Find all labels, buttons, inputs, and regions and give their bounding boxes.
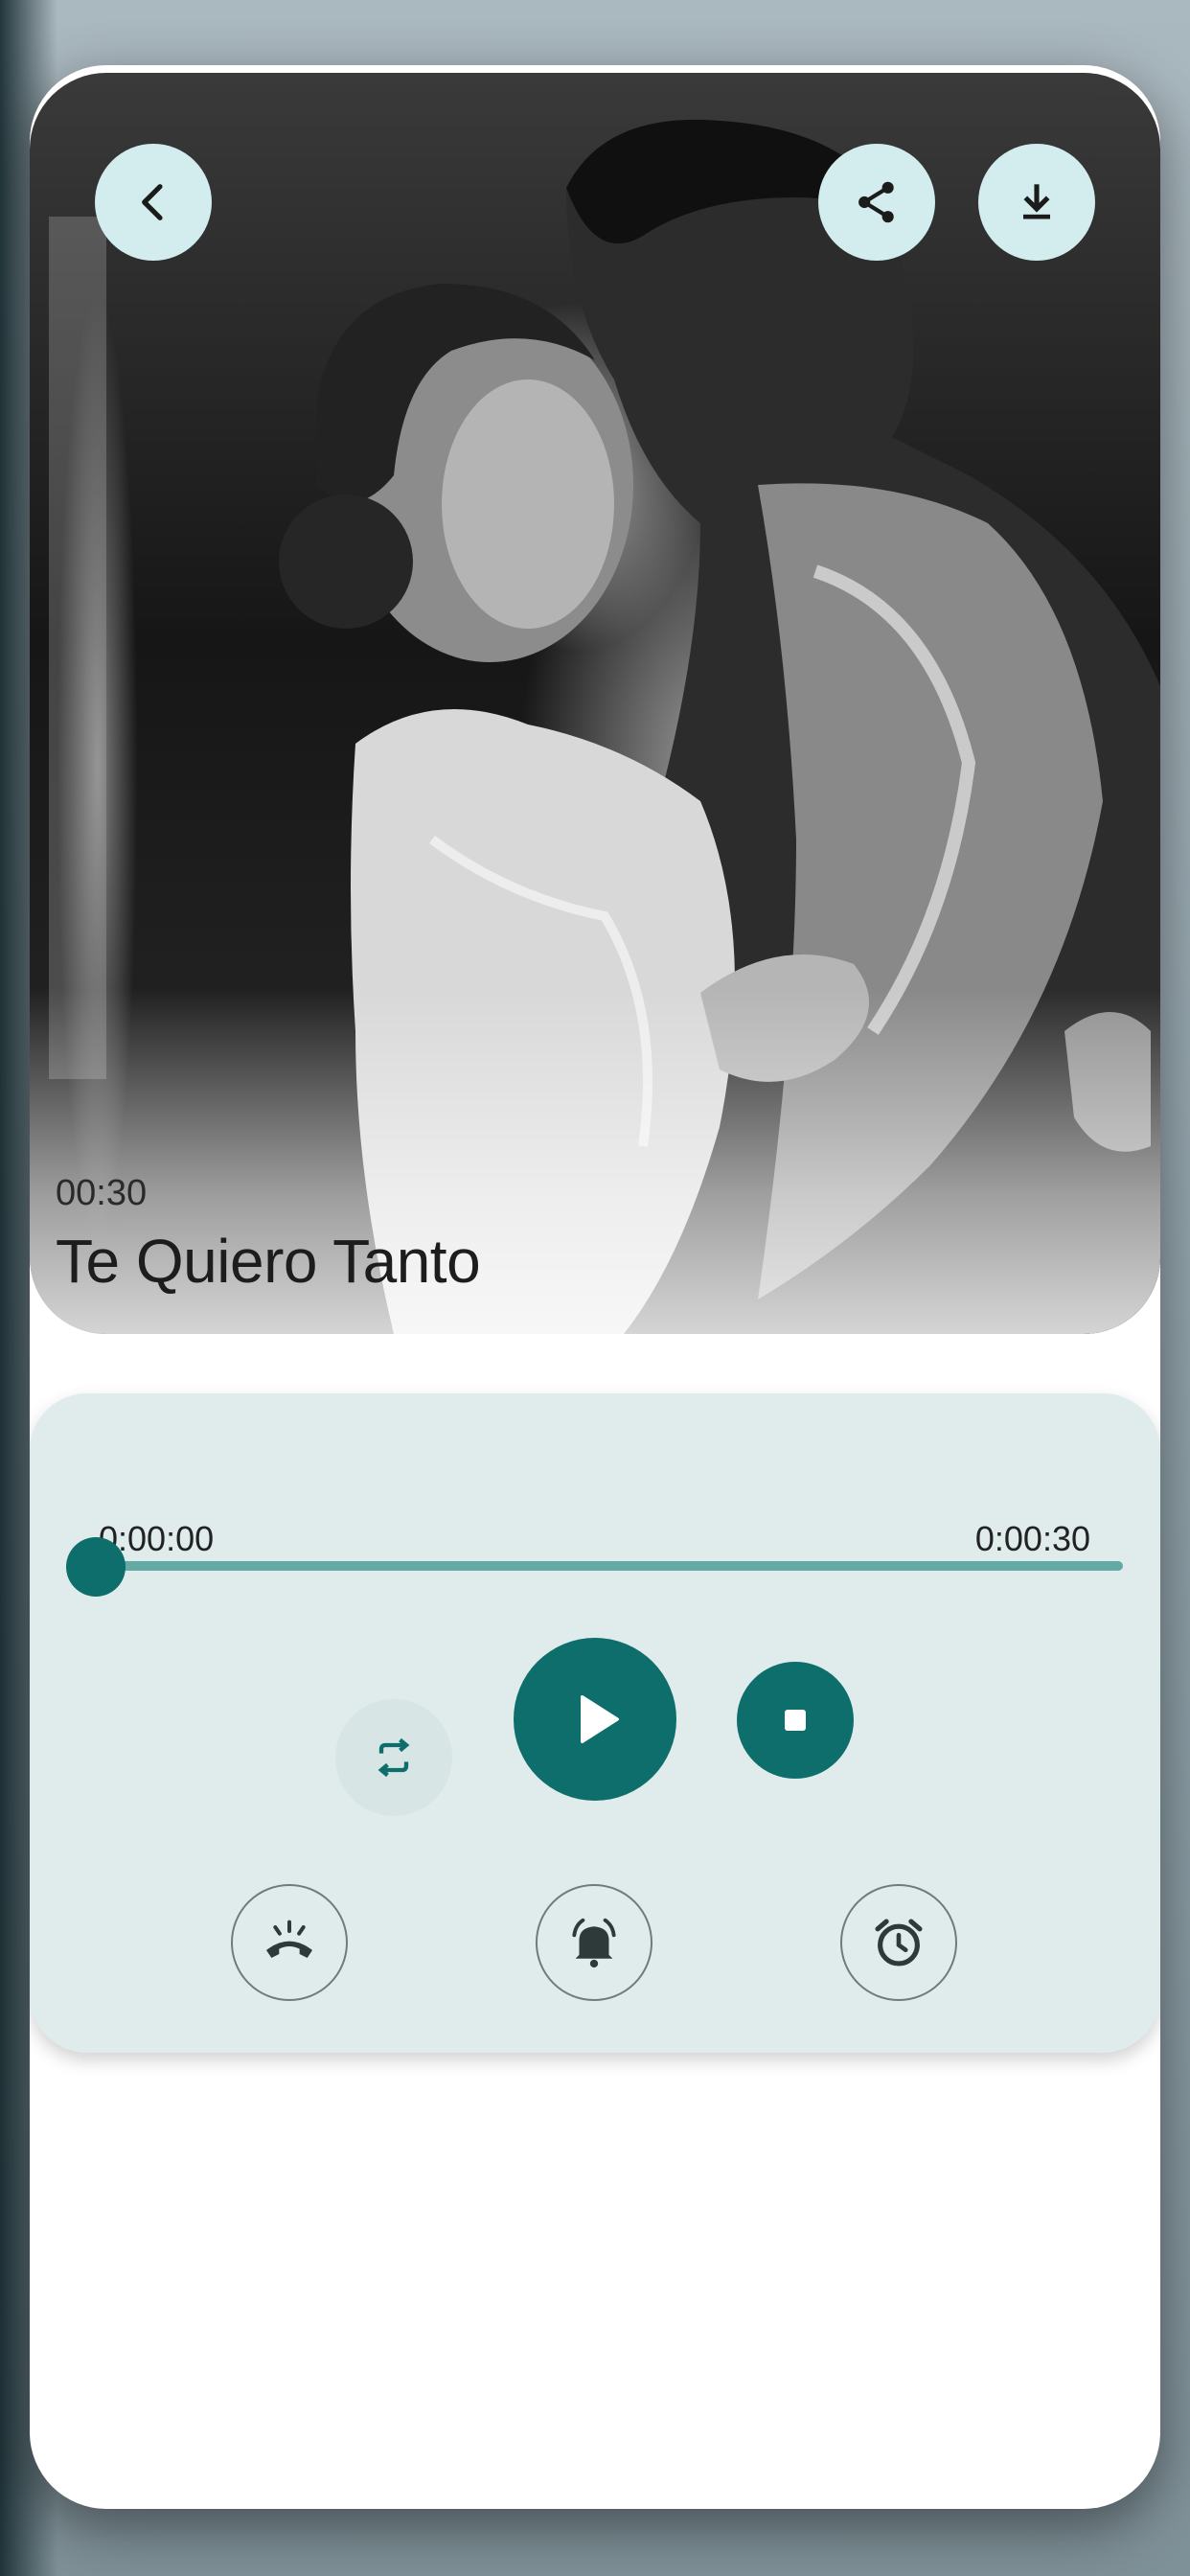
download-icon — [1023, 184, 1050, 219]
play-icon — [581, 1695, 619, 1743]
album-artwork — [30, 73, 1160, 1334]
download-button[interactable] — [978, 144, 1095, 261]
seek-bar[interactable] — [96, 1561, 1123, 1571]
set-notification-button[interactable] — [536, 1884, 652, 2001]
track-duration: 00:30 — [56, 1173, 148, 1213]
song-detail-card: 00:30 Te Quiero Tanto 0:00:00 0:00:30 — [30, 65, 1160, 2509]
play-button[interactable] — [514, 1638, 676, 1801]
back-button[interactable] — [95, 144, 212, 261]
seek-thumb[interactable] — [66, 1537, 126, 1597]
ringtone-call-icon — [266, 1920, 312, 1958]
set-alarm-button[interactable] — [840, 1884, 957, 2001]
stop-button[interactable] — [737, 1662, 854, 1779]
song-title: Te Quiero Tanto — [56, 1227, 481, 1296]
total-time: 0:00:30 — [974, 1519, 1090, 1558]
share-button[interactable] — [818, 144, 935, 261]
set-ringtone-button[interactable] — [231, 1884, 348, 2001]
repeat-button[interactable] — [335, 1699, 452, 1816]
back-arrow-icon — [142, 184, 163, 220]
notification-bell-icon — [572, 1918, 616, 1968]
share-icon — [858, 181, 894, 223]
alarm-clock-icon — [875, 1919, 923, 1966]
repeat-icon — [378, 1737, 410, 1778]
stop-icon — [785, 1710, 806, 1731]
